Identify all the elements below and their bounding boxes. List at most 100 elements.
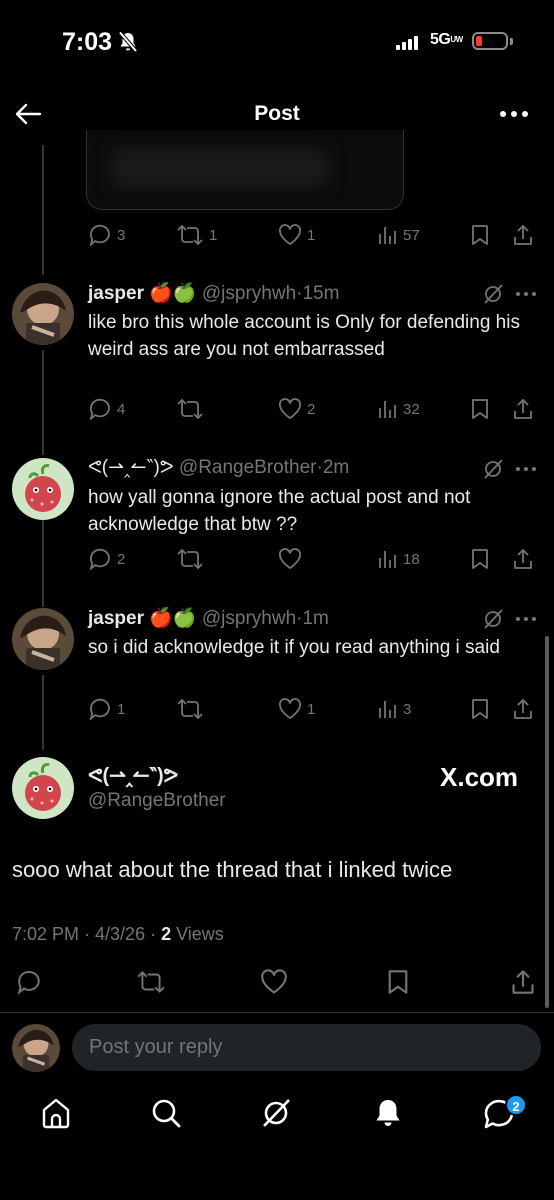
current-user-avatar[interactable] [12,1024,60,1072]
more-options-icon[interactable] [515,466,537,472]
reply-button[interactable]: 4 [88,398,125,420]
user-emojis: 🍎🍏 [149,608,197,629]
share-button[interactable] [510,969,536,995]
reply-count: 1 [117,700,126,718]
like-button[interactable]: 1 [278,224,315,246]
like-count: 1 [307,700,316,718]
user-name[interactable]: jasper [88,283,144,304]
bookmark-button[interactable] [386,969,410,995]
reply-actions: 1 1 3 [86,698,540,722]
repost-icon [177,699,203,719]
grok-icon[interactable] [482,608,504,630]
notifications-icon[interactable] [372,1096,404,1130]
views-button[interactable]: 57 [376,224,420,246]
avatar[interactable] [12,608,74,670]
repost-count: 1 [209,226,218,244]
views-icon [379,401,396,418]
avatar[interactable] [12,283,74,345]
user-name[interactable]: jasper [88,608,144,629]
reply-icon [17,970,40,995]
user-handle[interactable]: @RangeBrother [179,457,317,478]
user-handle[interactable]: @jspryhwh [202,608,296,629]
views-icon [379,551,396,568]
views-count: 3 [403,700,412,718]
network-label: 5GUW [430,31,463,48]
views-icon [379,227,396,244]
heart-icon [261,969,287,994]
messages-badge: 2 [505,1094,527,1116]
main-post-user-name[interactable]: ᕙ(⇀‸↼‶)ᕗ [88,763,178,788]
share-button[interactable] [512,698,534,720]
views-button[interactable]: 32 [376,398,420,420]
repost-button[interactable]: 1 [176,224,217,246]
grok-icon[interactable] [260,1096,292,1130]
heart-icon [279,698,301,719]
user-emojis: 🍎🍏 [149,283,197,304]
repost-icon [137,971,165,993]
reply-count: 4 [117,400,126,418]
scrollbar[interactable] [545,636,549,1008]
bookmark-button[interactable] [470,698,490,720]
home-icon[interactable] [40,1096,72,1130]
reply-count: 2 [117,550,126,568]
bookmark-button[interactable] [470,398,490,420]
search-icon[interactable] [150,1096,182,1130]
avatar[interactable] [12,757,74,819]
heart-icon [279,224,301,245]
bell-off-icon [118,31,138,53]
parent-post-actions: 3 1 1 57 [86,224,540,248]
user-handle[interactable]: @jspryhwh [202,283,296,304]
reply-header: jasper 🍎🍏 @jspryhwh·1m [88,608,329,629]
grok-icon[interactable] [482,458,504,480]
reply-header: jasper 🍎🍏 @jspryhwh·15m [88,283,340,304]
share-icon [514,225,532,245]
views-icon [379,701,396,718]
reply-button[interactable]: 2 [88,548,125,570]
more-options-icon[interactable] [515,616,537,622]
bookmark-icon [472,399,488,419]
reply-actions: 4 2 32 [86,398,540,422]
main-post-actions [0,969,554,997]
more-options-icon[interactable] [499,110,529,118]
reply-button[interactable]: 3 [88,224,125,246]
reply-button[interactable]: 1 [88,698,125,720]
share-button[interactable] [512,224,534,246]
views-count: 18 [403,550,420,568]
repost-button[interactable] [176,398,204,420]
like-button[interactable] [260,969,288,995]
repost-button[interactable] [176,698,204,720]
reply-time: 2m [322,457,350,478]
like-button[interactable]: 1 [278,698,315,720]
network-sub-label: UW [450,35,463,44]
blurred-media-card[interactable] [86,130,404,210]
user-name[interactable]: ᕙ(⇀‸↼‶)ᕗ [88,457,174,478]
share-icon [514,549,532,569]
reply-time: 1m [302,608,329,629]
bookmark-button[interactable] [470,548,490,570]
reply-input[interactable]: Post your reply [72,1024,541,1071]
reply-button[interactable] [16,969,42,995]
grok-icon[interactable] [482,283,504,305]
reply-actions: 2 18 [86,548,540,572]
main-post-user-handle[interactable]: @RangeBrother [88,790,226,812]
reply-text: like bro this whole account is Only for … [88,312,520,360]
x-com-watermark: X.com [440,762,519,792]
status-time: 7:03 [62,28,113,56]
like-button[interactable] [278,548,302,570]
avatar[interactable] [12,458,74,520]
share-button[interactable] [512,398,534,420]
share-button[interactable] [512,548,534,570]
post-timestamp: 7:02 PM · 4/3/26 · [12,924,162,944]
views-button[interactable]: 18 [376,548,420,570]
main-post-meta: 7:02 PM · 4/3/26 · 2 Views [12,924,224,945]
repost-button[interactable] [136,969,166,995]
like-button[interactable]: 2 [278,398,315,420]
heart-icon [279,548,301,569]
reply-icon [89,224,110,246]
reply-text: how yall gonna ignore the actual post an… [88,487,471,535]
repost-button[interactable] [176,548,204,570]
bookmark-button[interactable] [470,224,490,246]
more-options-icon[interactable] [515,291,537,297]
reply-count: 3 [117,226,126,244]
views-button[interactable]: 3 [376,698,411,720]
